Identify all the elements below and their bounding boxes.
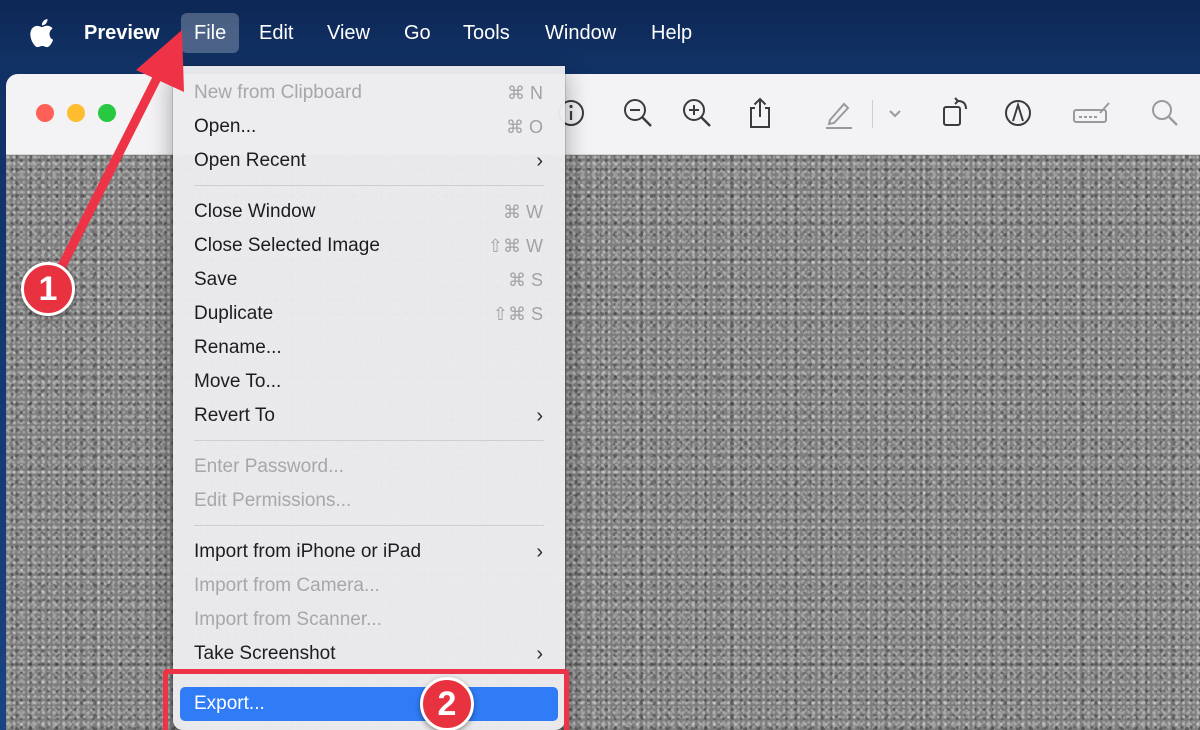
highlight-pen-icon[interactable]: [822, 96, 856, 130]
markup-icon[interactable]: [1001, 96, 1035, 130]
zoom-in-icon[interactable]: [680, 96, 714, 130]
menu-item-label: New from Clipboard: [194, 82, 362, 103]
menu-separator: [194, 185, 544, 186]
menu-item-label: Enter Password...: [194, 456, 344, 477]
menu-item-label: Take Screenshot: [194, 643, 336, 664]
menu-item-label: Save: [194, 269, 238, 290]
minimize-window-button[interactable]: [67, 104, 85, 122]
menu-view[interactable]: View: [314, 13, 383, 53]
menu-item-enter-password: Enter Password...: [173, 450, 565, 484]
step-badge-1: 1: [21, 262, 75, 316]
chevron-down-icon[interactable]: [878, 96, 912, 130]
chevron-right-icon: ›: [536, 541, 543, 563]
search-icon[interactable]: [1148, 96, 1182, 130]
menu-item-import-from-iphone[interactable]: Import from iPhone or iPad ›: [173, 535, 565, 569]
menu-file[interactable]: File: [181, 13, 240, 53]
menu-item-label: Close Selected Image: [194, 235, 380, 256]
menu-item-label: Rename...: [194, 337, 282, 358]
chevron-right-icon: ›: [536, 150, 543, 172]
menu-window[interactable]: Window: [532, 13, 629, 53]
file-menu-dropdown: New from Clipboard ⌘ N Open... ⌘ O Open …: [173, 66, 565, 730]
menu-app-name[interactable]: Preview: [71, 13, 173, 53]
menu-item-import-from-camera: Import from Camera...: [173, 569, 565, 603]
menu-item-label: Open Recent: [194, 150, 306, 171]
menu-bar: Preview File Edit View Go Tools Window H…: [0, 0, 1200, 66]
menu-item-revert-to[interactable]: Revert To ›: [173, 399, 565, 433]
menu-item-move-to[interactable]: Move To...: [173, 365, 565, 399]
menu-item-new-from-clipboard: New from Clipboard ⌘ N: [173, 76, 565, 110]
menu-item-save[interactable]: Save ⌘ S: [173, 263, 565, 297]
toolbar-separator: [872, 100, 873, 128]
menu-item-open-recent[interactable]: Open Recent ›: [173, 144, 565, 178]
menu-item-edit-permissions: Edit Permissions...: [173, 484, 565, 518]
menu-edit[interactable]: Edit: [246, 13, 306, 53]
chevron-right-icon: ›: [536, 643, 543, 665]
menu-separator: [194, 440, 544, 441]
shortcut-label: ⌘ W: [503, 202, 543, 222]
menu-item-close-selected-image[interactable]: Close Selected Image ⇧⌘ W: [173, 229, 565, 263]
menu-help[interactable]: Help: [638, 13, 705, 53]
menu-item-take-screenshot[interactable]: Take Screenshot ›: [173, 637, 565, 671]
shortcut-label: ⇧⌘ W: [487, 236, 543, 256]
apple-logo-icon[interactable]: [28, 18, 54, 48]
menu-item-label: Import from Camera...: [194, 575, 380, 596]
menu-item-import-from-scanner: Import from Scanner...: [173, 603, 565, 637]
shortcut-label: ⌘ S: [507, 270, 543, 290]
menu-item-label: Duplicate: [194, 303, 274, 324]
shortcut-label: ⌘ O: [505, 117, 543, 137]
menu-item-rename[interactable]: Rename...: [173, 331, 565, 365]
shortcut-label: ⌘ N: [507, 83, 543, 103]
zoom-window-button[interactable]: [98, 104, 116, 122]
chevron-right-icon: ›: [536, 405, 543, 427]
share-icon[interactable]: [743, 96, 777, 130]
sign-icon[interactable]: [1072, 96, 1112, 130]
menu-item-label: Move To...: [194, 371, 282, 392]
export-highlight-box: [163, 669, 569, 730]
shortcut-label: ⇧⌘ S: [492, 304, 543, 324]
menu-item-close-window[interactable]: Close Window ⌘ W: [173, 195, 565, 229]
menu-go[interactable]: Go: [391, 13, 444, 53]
rotate-icon[interactable]: [938, 96, 972, 130]
zoom-out-icon[interactable]: [621, 96, 655, 130]
menu-item-label: Edit Permissions...: [194, 490, 352, 511]
menu-item-duplicate[interactable]: Duplicate ⇧⌘ S: [173, 297, 565, 331]
menu-item-label: Import from iPhone or iPad: [194, 541, 422, 562]
close-window-button[interactable]: [36, 104, 54, 122]
step-badge-2: 2: [420, 677, 474, 730]
menu-item-label: Close Window: [194, 201, 316, 222]
menu-item-label: Open...: [194, 116, 257, 137]
menu-tools[interactable]: Tools: [450, 13, 523, 53]
menu-item-label: Revert To: [194, 405, 275, 426]
menu-item-open[interactable]: Open... ⌘ O: [173, 110, 565, 144]
menu-separator: [194, 525, 544, 526]
menu-item-label: Import from Scanner...: [194, 609, 382, 630]
